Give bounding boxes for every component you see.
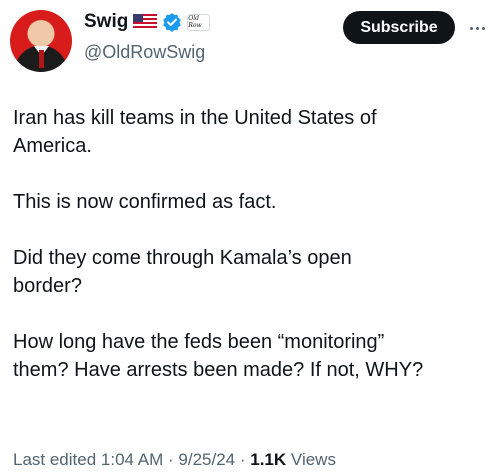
affiliate-badge[interactable]: Old Row bbox=[187, 13, 211, 31]
post-date[interactable]: 9/25/24 bbox=[178, 450, 235, 469]
subscribe-button[interactable]: Subscribe bbox=[343, 11, 455, 44]
tweet-metadata: Last edited 1:04 AM · 9/25/24 · 1.1K Vie… bbox=[13, 450, 336, 470]
us-flag-icon bbox=[133, 14, 158, 30]
tweet-text: Iran has kill teams in the United States… bbox=[13, 104, 493, 412]
tweet-paragraph: Did they come through Kamala’s open bord… bbox=[13, 247, 352, 297]
more-options-icon[interactable] bbox=[463, 18, 491, 38]
tweet-paragraph: This is now confirmed as fact. bbox=[13, 191, 277, 213]
author-name-row: Swig Old Row bbox=[84, 11, 211, 33]
avatar[interactable] bbox=[10, 10, 72, 72]
edited-label[interactable]: Last edited bbox=[13, 450, 96, 469]
avatar-tie bbox=[39, 50, 44, 68]
views-label: Views bbox=[290, 450, 336, 469]
author-handle[interactable]: @OldRowSwig bbox=[84, 42, 205, 63]
tweet-header: Swig Old Row @OldRowSwig Subscribe bbox=[0, 0, 500, 80]
tweet-paragraph: How long have the feds been “monitoring”… bbox=[13, 331, 424, 381]
tweet-paragraph: Iran has kill teams in the United States… bbox=[13, 107, 377, 157]
post-time[interactable]: 1:04 AM bbox=[101, 450, 163, 469]
views-count: 1.1K bbox=[250, 450, 287, 469]
separator: · bbox=[163, 450, 179, 469]
verified-icon[interactable] bbox=[162, 12, 182, 32]
separator: · bbox=[235, 450, 251, 469]
affiliate-badge-logo: Old Row bbox=[188, 15, 202, 29]
author-display-name[interactable]: Swig bbox=[84, 11, 128, 33]
